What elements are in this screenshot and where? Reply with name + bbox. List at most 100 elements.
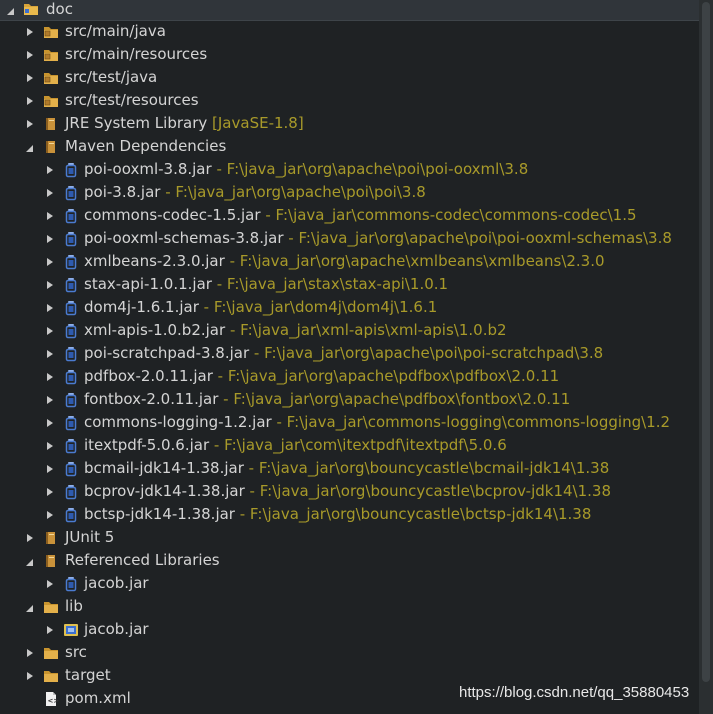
collapsed-arrow-icon[interactable]: [25, 648, 35, 658]
jar-path-decoration: - F:\java_jar\org\bouncycastle\bcprov-jd…: [245, 482, 611, 500]
collapsed-arrow-icon[interactable]: [45, 372, 55, 382]
expanded-arrow-icon[interactable]: [25, 556, 35, 566]
expanded-arrow-icon[interactable]: [6, 5, 16, 15]
jar-icon: [65, 577, 77, 592]
collapsed-arrow-icon[interactable]: [45, 349, 55, 359]
collapsed-arrow-icon[interactable]: [45, 234, 55, 244]
collapsed-arrow-icon[interactable]: [45, 487, 55, 497]
collapsed-arrow-icon[interactable]: [45, 625, 55, 635]
tree-row-maven-jar[interactable]: poi-ooxml-3.8.jar - F:\java_jar\org\apac…: [0, 159, 699, 182]
folder-icon: [44, 602, 58, 613]
tree-row-maven-jar[interactable]: pdfbox-2.0.11.jar - F:\java_jar\org\apac…: [0, 366, 699, 389]
jar-icon: [63, 208, 79, 224]
jar-entry: xml-apis-1.0.b2.jar - F:\java_jar\xml-ap…: [84, 321, 507, 339]
collapsed-arrow-icon[interactable]: [45, 579, 55, 589]
collapsed-arrow-icon[interactable]: [25, 533, 35, 543]
jar-icon: [63, 461, 79, 477]
tree-row-maven-jar[interactable]: xml-apis-1.0.b2.jar - F:\java_jar\xml-ap…: [0, 320, 699, 343]
folder-label: lib: [65, 597, 83, 615]
jar-path-decoration: - F:\java_jar\org\apache\poi\poi\3.8: [160, 183, 426, 201]
jar-name: pdfbox-2.0.11.jar: [84, 367, 213, 385]
tree-row-maven-jar[interactable]: dom4j-1.6.1.jar - F:\java_jar\dom4j\dom4…: [0, 297, 699, 320]
collapsed-arrow-icon[interactable]: [45, 441, 55, 451]
folder-icon: [44, 671, 58, 682]
jar-entry: fontbox-2.0.11.jar - F:\java_jar\org\apa…: [84, 390, 570, 408]
tree-row-source-folder[interactable]: src/main/resources: [0, 44, 699, 67]
collapsed-arrow-icon[interactable]: [25, 671, 35, 681]
vertical-scrollbar[interactable]: [699, 0, 713, 714]
library-icon: [46, 118, 55, 130]
tree-row-maven-jar[interactable]: bctsp-jdk14-1.38.jar - F:\java_jar\org\b…: [0, 504, 699, 527]
tree-row-maven-jar[interactable]: bcprov-jdk14-1.38.jar - F:\java_jar\org\…: [0, 481, 699, 504]
collapsed-arrow-icon[interactable]: [45, 211, 55, 221]
tree-row-src-folder[interactable]: src: [0, 642, 699, 665]
tree-row-maven-dependencies[interactable]: Maven Dependencies: [0, 136, 699, 159]
collapsed-arrow-icon[interactable]: [45, 464, 55, 474]
jar-icon: [63, 484, 79, 500]
path-separator: -: [283, 229, 299, 247]
collapsed-arrow-icon[interactable]: [45, 303, 55, 313]
tree-row-maven-jar[interactable]: poi-scratchpad-3.8.jar - F:\java_jar\org…: [0, 343, 699, 366]
tree-row-project-doc[interactable]: doc: [0, 0, 699, 21]
tree-row-source-folder[interactable]: src/test/java: [0, 67, 699, 90]
tree-row-lib-folder[interactable]: lib: [0, 596, 699, 619]
path-separator: -: [260, 206, 276, 224]
collapsed-arrow-icon[interactable]: [45, 257, 55, 267]
tree-row-maven-jar[interactable]: commons-codec-1.5.jar - F:\java_jar\comm…: [0, 205, 699, 228]
jar-name: jacob.jar: [84, 574, 149, 592]
jar-file-icon: [64, 624, 78, 636]
jar-icon: [63, 185, 79, 201]
tree-row-referenced-libraries[interactable]: Referenced Libraries: [0, 550, 699, 573]
tree-row-maven-jar[interactable]: fontbox-2.0.11.jar - F:\java_jar\org\apa…: [0, 389, 699, 412]
jar-name: commons-logging-1.2.jar: [84, 413, 272, 431]
tree-row-jre-library[interactable]: JRE System Library [JavaSE-1.8]: [0, 113, 699, 136]
source-folder-icon: [44, 27, 58, 38]
jar-entry: bcprov-jdk14-1.38.jar - F:\java_jar\org\…: [84, 482, 611, 500]
jar-path: F:\java_jar\org\bouncycastle\bcmail-jdk1…: [258, 459, 610, 477]
jar-entry: poi-ooxml-schemas-3.8.jar - F:\java_jar\…: [84, 229, 672, 247]
tree-row-source-folder[interactable]: src/main/java: [0, 21, 699, 44]
tree-row-maven-jar[interactable]: stax-api-1.0.1.jar - F:\java_jar\stax\st…: [0, 274, 699, 297]
svg-text:<>: <>: [48, 697, 60, 705]
path-separator: -: [225, 321, 241, 339]
scrollbar-thumb[interactable]: [702, 2, 710, 682]
tree-row-maven-jar[interactable]: commons-logging-1.2.jar - F:\java_jar\co…: [0, 412, 699, 435]
folder-label: src/main/resources: [65, 45, 208, 63]
collapsed-arrow-icon[interactable]: [45, 510, 55, 520]
library-icon: [46, 141, 55, 153]
collapsed-arrow-icon[interactable]: [45, 280, 55, 290]
collapsed-arrow-icon[interactable]: [25, 119, 35, 129]
collapsed-arrow-icon[interactable]: [45, 418, 55, 428]
maven-label: Maven Dependencies: [65, 137, 227, 155]
collapsed-arrow-icon[interactable]: [45, 395, 55, 405]
expanded-arrow-icon[interactable]: [25, 142, 35, 152]
jar-path-decoration: - F:\java_jar\org\bouncycastle\bctsp-jdk…: [235, 505, 592, 523]
library-icon: [46, 532, 55, 544]
collapsed-arrow-icon[interactable]: [25, 96, 35, 106]
jar-name: dom4j-1.6.1.jar: [84, 298, 199, 316]
tree-row-maven-jar[interactable]: bcmail-jdk14-1.38.jar - F:\java_jar\org\…: [0, 458, 699, 481]
path-separator: -: [249, 344, 265, 362]
tree-row-lib-jar[interactable]: jacob.jar: [0, 619, 699, 642]
path-separator: -: [212, 367, 228, 385]
expanded-arrow-icon[interactable]: [25, 602, 35, 612]
collapsed-arrow-icon[interactable]: [25, 50, 35, 60]
tree-row-maven-jar[interactable]: poi-3.8.jar - F:\java_jar\org\apache\poi…: [0, 182, 699, 205]
folder-label: src/test/java: [65, 68, 158, 86]
tree-row-junit[interactable]: JUnit 5: [0, 527, 699, 550]
tree-row-maven-jar[interactable]: poi-ooxml-schemas-3.8.jar - F:\java_jar\…: [0, 228, 699, 251]
jar-name: fontbox-2.0.11.jar: [84, 390, 219, 408]
collapsed-arrow-icon[interactable]: [45, 326, 55, 336]
tree-row-source-folder[interactable]: src/test/resources: [0, 90, 699, 113]
jar-icon: [63, 346, 79, 362]
jar-path: F:\java_jar\dom4j\dom4j\1.6.1: [213, 298, 438, 316]
tree-row-referenced-jar[interactable]: jacob.jar: [0, 573, 699, 596]
collapsed-arrow-icon[interactable]: [25, 27, 35, 37]
collapsed-arrow-icon[interactable]: [45, 165, 55, 175]
tree-row-maven-jar[interactable]: itextpdf-5.0.6.jar - F:\java_jar\com\ite…: [0, 435, 699, 458]
collapsed-arrow-icon[interactable]: [45, 188, 55, 198]
tree-row-maven-jar[interactable]: xmlbeans-2.3.0.jar - F:\java_jar\org\apa…: [0, 251, 699, 274]
jar-name: bctsp-jdk14-1.38.jar: [84, 505, 235, 523]
collapsed-arrow-icon[interactable]: [25, 73, 35, 83]
jar-path: F:\java_jar\org\apache\poi\poi-scratchpa…: [264, 344, 604, 362]
